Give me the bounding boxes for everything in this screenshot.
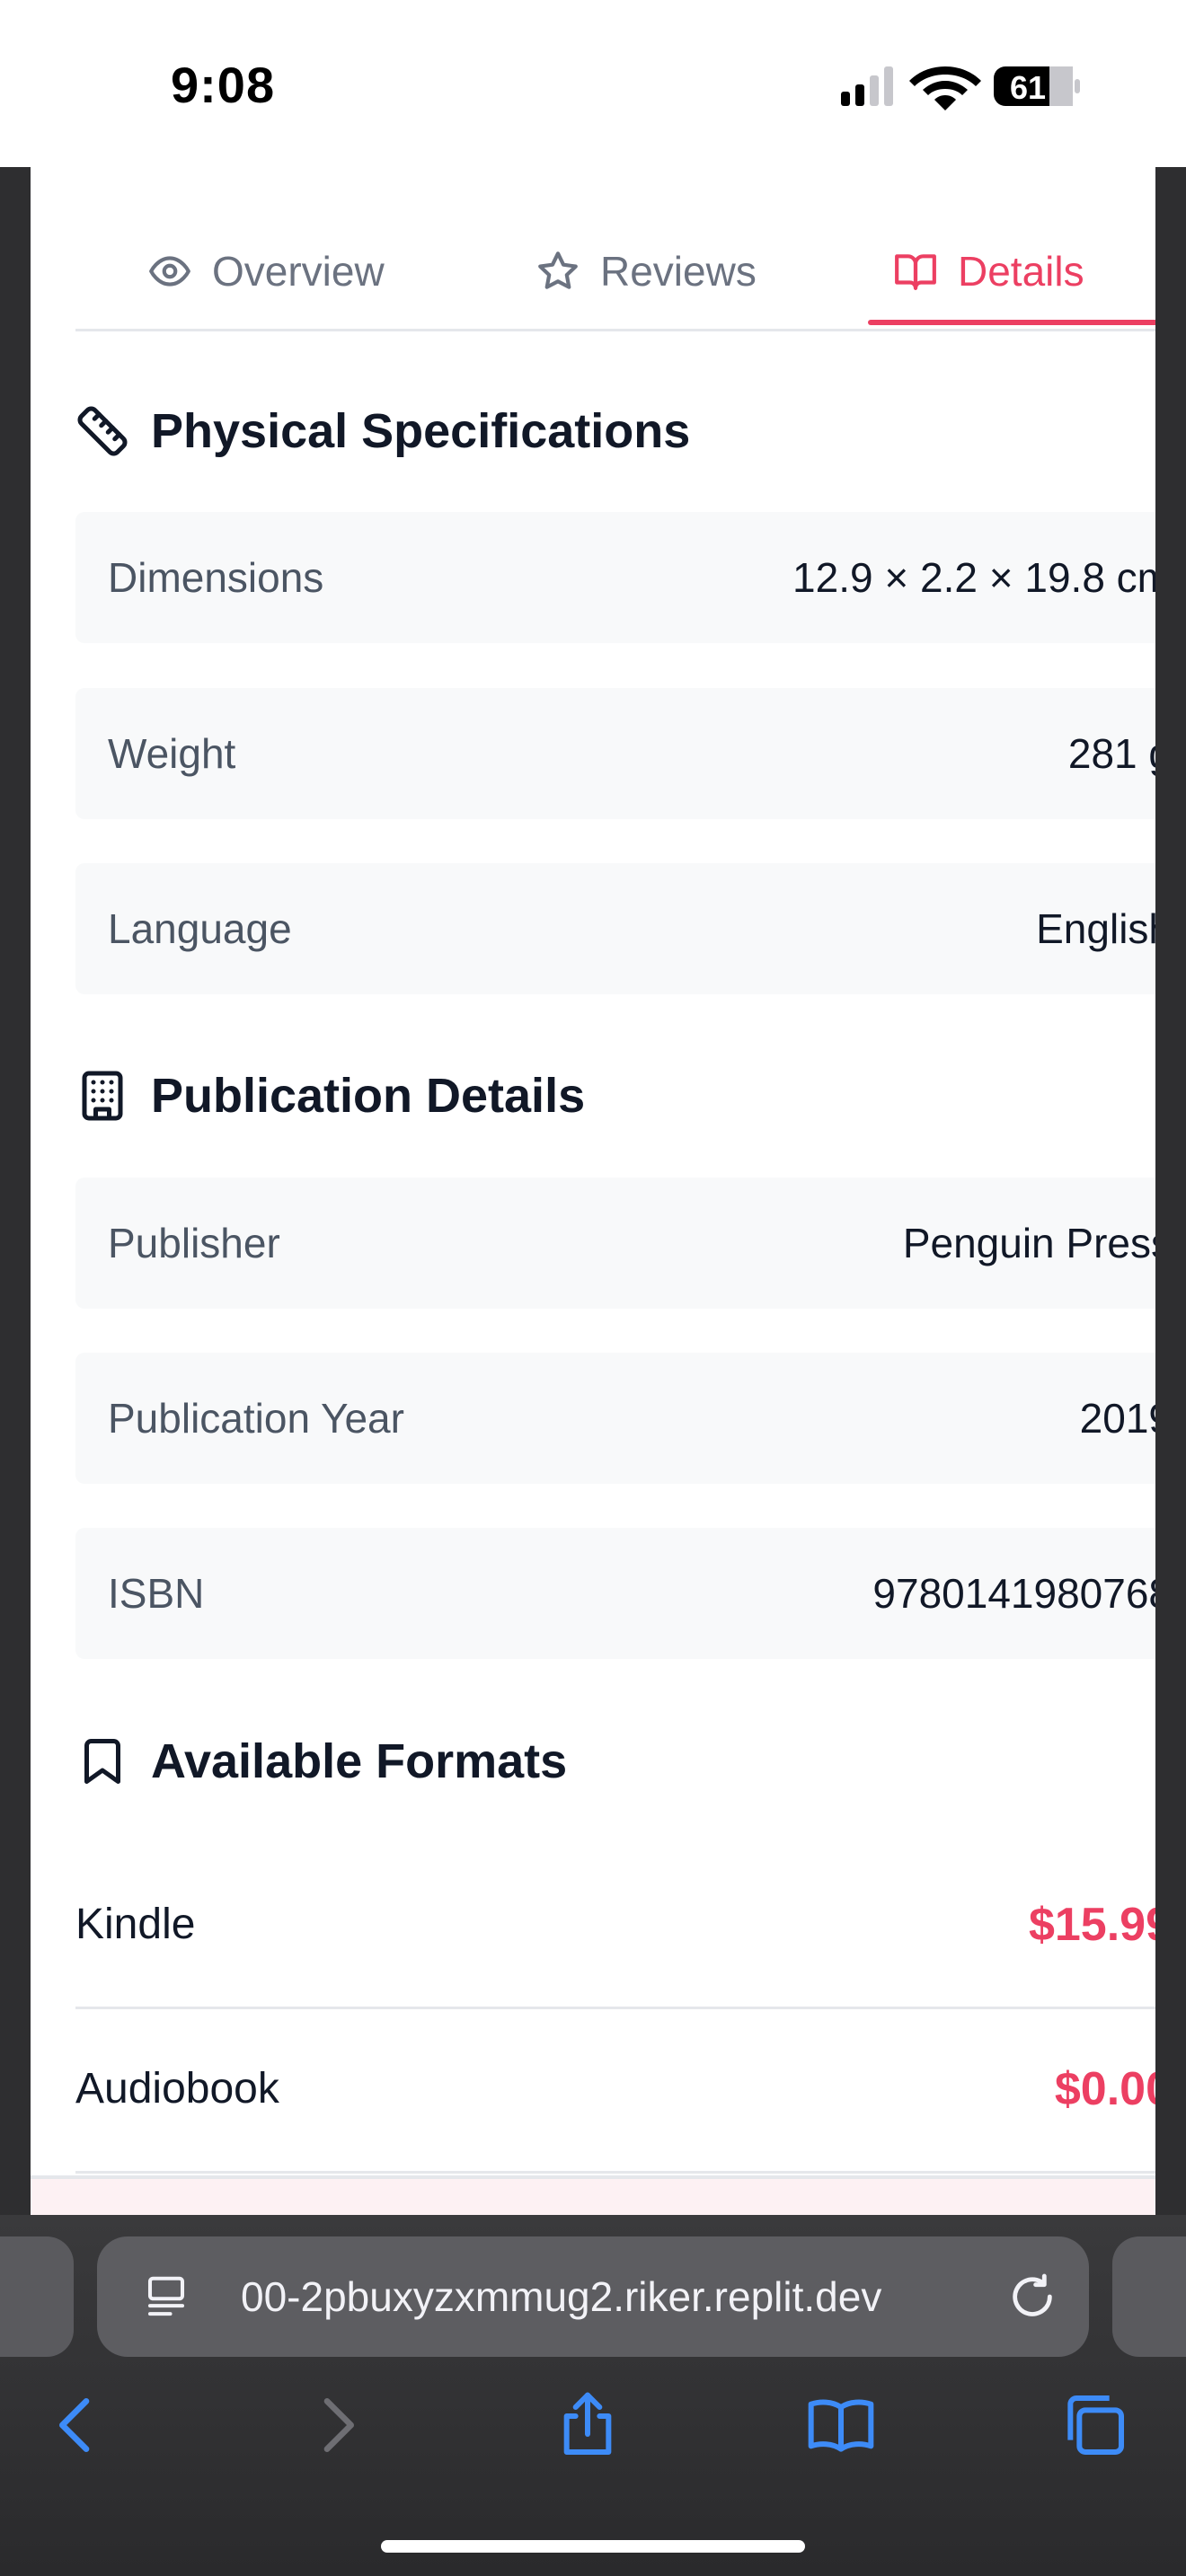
tab-reviews-label: Reviews — [600, 248, 757, 295]
back-icon — [59, 2398, 90, 2452]
share-icon — [563, 2392, 612, 2455]
forward-button[interactable] — [293, 2382, 379, 2468]
spec-row-weight: Weight 281 g — [75, 688, 1155, 819]
building-icon — [82, 1071, 123, 1121]
status-time: 9:08 — [171, 57, 276, 113]
spec-label: ISBN — [108, 1570, 205, 1617]
format-row-audiobook[interactable]: Audiobook $0.00 — [75, 2007, 1155, 2174]
forward-icon — [323, 2398, 354, 2452]
spec-value: 12.9 × 2.2 × 19.8 cm — [792, 554, 1155, 601]
eye-icon — [149, 256, 190, 287]
background-edge-right — [1155, 167, 1186, 2215]
spec-label: Dimensions — [108, 554, 324, 601]
spec-row-publisher: Publisher Penguin Press — [75, 1178, 1155, 1309]
spec-label: Weight — [108, 730, 236, 777]
tab-overview[interactable]: Overview — [147, 244, 385, 298]
browser-toolbar: 00-2pbuxyzxmmug2.riker.replit.dev — [0, 2215, 1186, 2576]
format-price: $0.00 — [1054, 2063, 1155, 2115]
cellular-signal-icon — [841, 66, 893, 106]
spec-value: 9780141980768 — [872, 1570, 1155, 1617]
publication-details-heading: Publication Details — [75, 1060, 585, 1132]
bookmarks-icon — [808, 2399, 874, 2452]
tab-details[interactable]: Details — [893, 244, 1084, 298]
details-panel: Overview Reviews Details Physical Specif… — [31, 167, 1155, 2215]
format-label: Audiobook — [75, 2065, 279, 2113]
svg-text:61: 61 — [1010, 69, 1046, 106]
star-icon — [538, 251, 578, 289]
tab-reviews[interactable]: Reviews — [535, 244, 757, 298]
cta-strip — [31, 2175, 1155, 2215]
page-menu-icon[interactable] — [142, 2272, 190, 2321]
spec-row-dimensions: Dimensions 12.9 × 2.2 × 19.8 cm — [75, 512, 1155, 643]
spec-value: Penguin Press — [902, 1220, 1155, 1266]
address-bar[interactable]: 00-2pbuxyzxmmug2.riker.replit.dev — [97, 2236, 1089, 2357]
wifi-icon — [909, 66, 981, 110]
home-indicator — [381, 2540, 805, 2553]
share-button[interactable] — [544, 2382, 631, 2468]
background-edge-left — [0, 167, 31, 2215]
physical-specs-title: Physical Specifications — [151, 404, 691, 458]
format-price: $15.99 — [1028, 1899, 1155, 1951]
ruler-icon — [77, 406, 128, 456]
bookmarks-button[interactable] — [798, 2382, 884, 2468]
available-formats-title: Available Formats — [151, 1734, 568, 1788]
tab-details-label: Details — [958, 248, 1084, 295]
book-open-icon — [895, 254, 936, 290]
back-button[interactable] — [34, 2382, 120, 2468]
tabs-button[interactable] — [1051, 2382, 1137, 2468]
spec-label: Language — [108, 905, 292, 952]
spec-label: Publication Year — [108, 1395, 404, 1442]
tabs-icon — [1067, 2395, 1124, 2455]
publication-details-title: Publication Details — [151, 1069, 586, 1123]
status-icons: 61 — [841, 66, 1080, 110]
next-tab-preview[interactable] — [1112, 2236, 1186, 2357]
spec-label: Publisher — [108, 1220, 280, 1266]
available-formats-heading: Available Formats — [75, 1725, 567, 1797]
spec-value: English — [1036, 905, 1155, 952]
spec-row-isbn: ISBN 9780141980768 — [75, 1528, 1155, 1659]
tab-overview-label: Overview — [212, 248, 385, 295]
spec-row-publication-year: Publication Year 2019 — [75, 1353, 1155, 1484]
spec-row-language: Language English — [75, 863, 1155, 994]
physical-specs-heading: Physical Specifications — [75, 395, 690, 467]
battery-icon: 61 — [994, 66, 1080, 106]
status-bar: 9:08 61 — [0, 0, 1186, 167]
tab-bar: Overview Reviews Details — [75, 167, 1155, 331]
format-label: Kindle — [75, 1901, 196, 1948]
active-tab-indicator — [868, 320, 1155, 325]
format-row-kindle[interactable]: Kindle $15.99 — [75, 1843, 1155, 2009]
bookmark-icon — [84, 1739, 120, 1784]
reload-icon[interactable] — [1006, 2271, 1058, 2323]
previous-tab-preview[interactable] — [0, 2236, 74, 2357]
url-text[interactable]: 00-2pbuxyzxmmug2.riker.replit.dev — [241, 2236, 881, 2357]
spec-value: 281 g — [1067, 730, 1155, 777]
spec-value: 2019 — [1079, 1395, 1155, 1442]
